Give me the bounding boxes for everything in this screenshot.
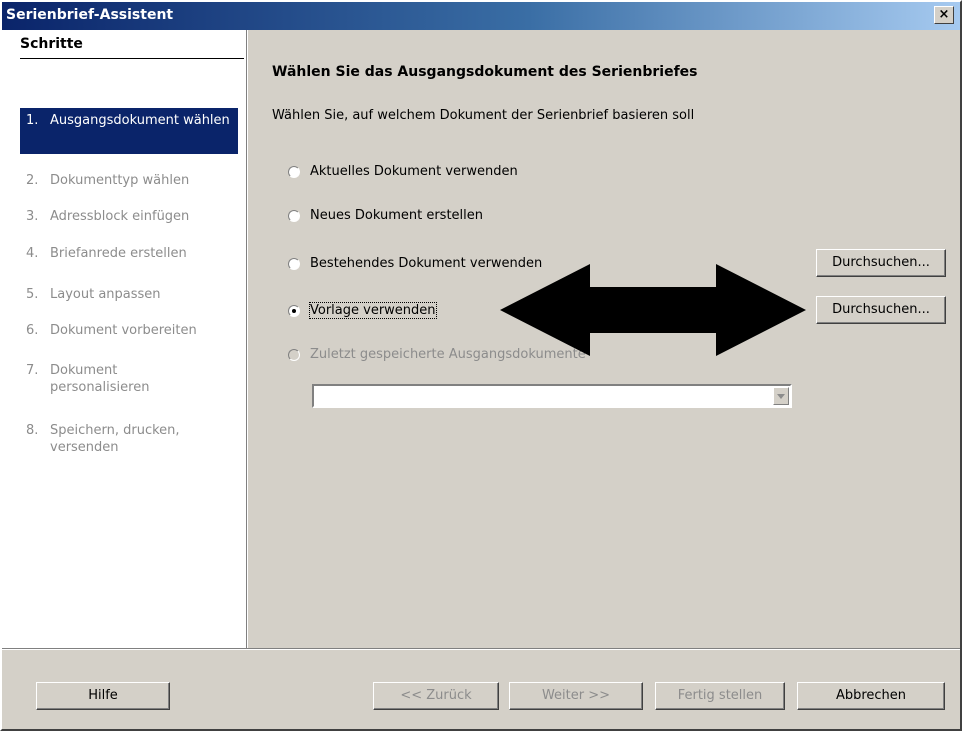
step-label: Ausgangsdokument wählen (50, 113, 230, 128)
footer-divider (2, 648, 960, 650)
steps-heading: Schritte (20, 36, 83, 52)
option-label[interactable]: Aktuelles Dokument verwenden (310, 164, 518, 179)
step-label: Speichern, drucken, versenden (50, 423, 180, 455)
radio-button[interactable] (288, 210, 300, 222)
step-number: 8. (26, 423, 39, 438)
step-label: Dokumenttyp wählen (50, 173, 190, 188)
browse-template-button[interactable]: Durchsuchen... (816, 296, 946, 324)
step-item-7[interactable]: 7. Dokument personalisieren (20, 362, 238, 402)
step-label: Adressblock einfügen (50, 209, 190, 224)
radio-button (288, 349, 300, 361)
finish-button[interactable]: Fertig stellen (655, 682, 785, 710)
step-number: 1. (26, 113, 39, 128)
page-description: Wählen Sie, auf welchem Dokument der Ser… (272, 108, 695, 123)
page-title: Wählen Sie das Ausgangsdokument des Seri… (272, 64, 698, 80)
title-bar[interactable]: Serienbrief-Assistent × (2, 2, 960, 30)
step-item-1[interactable]: 1. Ausgangsdokument wählen (20, 108, 238, 154)
step-number: 3. (26, 209, 39, 224)
step-number: 4. (26, 246, 39, 261)
window-title: Serienbrief-Assistent (6, 7, 174, 23)
step-label: Layout anpassen (50, 287, 161, 302)
focused-option-text: Vorlage verwenden (309, 302, 437, 319)
step-number: 2. (26, 173, 39, 188)
panel-divider (246, 30, 248, 648)
double-arrow-annotation-icon (500, 264, 806, 356)
next-button[interactable]: Weiter >> (509, 682, 643, 710)
option-label[interactable]: Vorlage verwenden (309, 302, 437, 319)
step-label: Dokument personalisieren (50, 363, 150, 395)
step-item-4[interactable]: 4. Briefanrede erstellen (20, 245, 238, 265)
close-button[interactable]: × (934, 6, 954, 24)
step-number: 7. (26, 363, 39, 378)
browse-existing-button[interactable]: Durchsuchen... (816, 249, 946, 277)
mail-merge-wizard-window: Serienbrief-Assistent × Schritte 1. Ausg… (0, 0, 962, 731)
step-item-3[interactable]: 3. Adressblock einfügen (20, 208, 238, 228)
step-number: 5. (26, 287, 39, 302)
step-label: Briefanrede erstellen (50, 246, 187, 261)
back-button[interactable]: << Zurück (373, 682, 499, 710)
step-item-6[interactable]: 6. Dokument vorbereiten (20, 322, 238, 342)
step-item-5[interactable]: 5. Layout anpassen (20, 286, 238, 306)
radio-button[interactable] (288, 258, 300, 270)
step-item-8[interactable]: 8. Speichern, drucken, versenden (20, 422, 238, 462)
chevron-down-icon (773, 387, 789, 405)
cancel-button[interactable]: Abbrechen (797, 682, 945, 710)
step-item-2[interactable]: 2. Dokumenttyp wählen (20, 172, 238, 192)
step-label: Dokument vorbereiten (50, 323, 197, 338)
option-label[interactable]: Neues Dokument erstellen (310, 208, 483, 223)
radio-button-selected[interactable] (288, 305, 300, 317)
radio-button[interactable] (288, 166, 300, 178)
step-number: 6. (26, 323, 39, 338)
help-button[interactable]: Hilfe (36, 682, 170, 710)
steps-panel: Schritte 1. Ausgangsdokument wählen 2. D… (2, 30, 246, 648)
steps-heading-underline (20, 58, 244, 59)
recent-documents-combobox (312, 384, 792, 408)
